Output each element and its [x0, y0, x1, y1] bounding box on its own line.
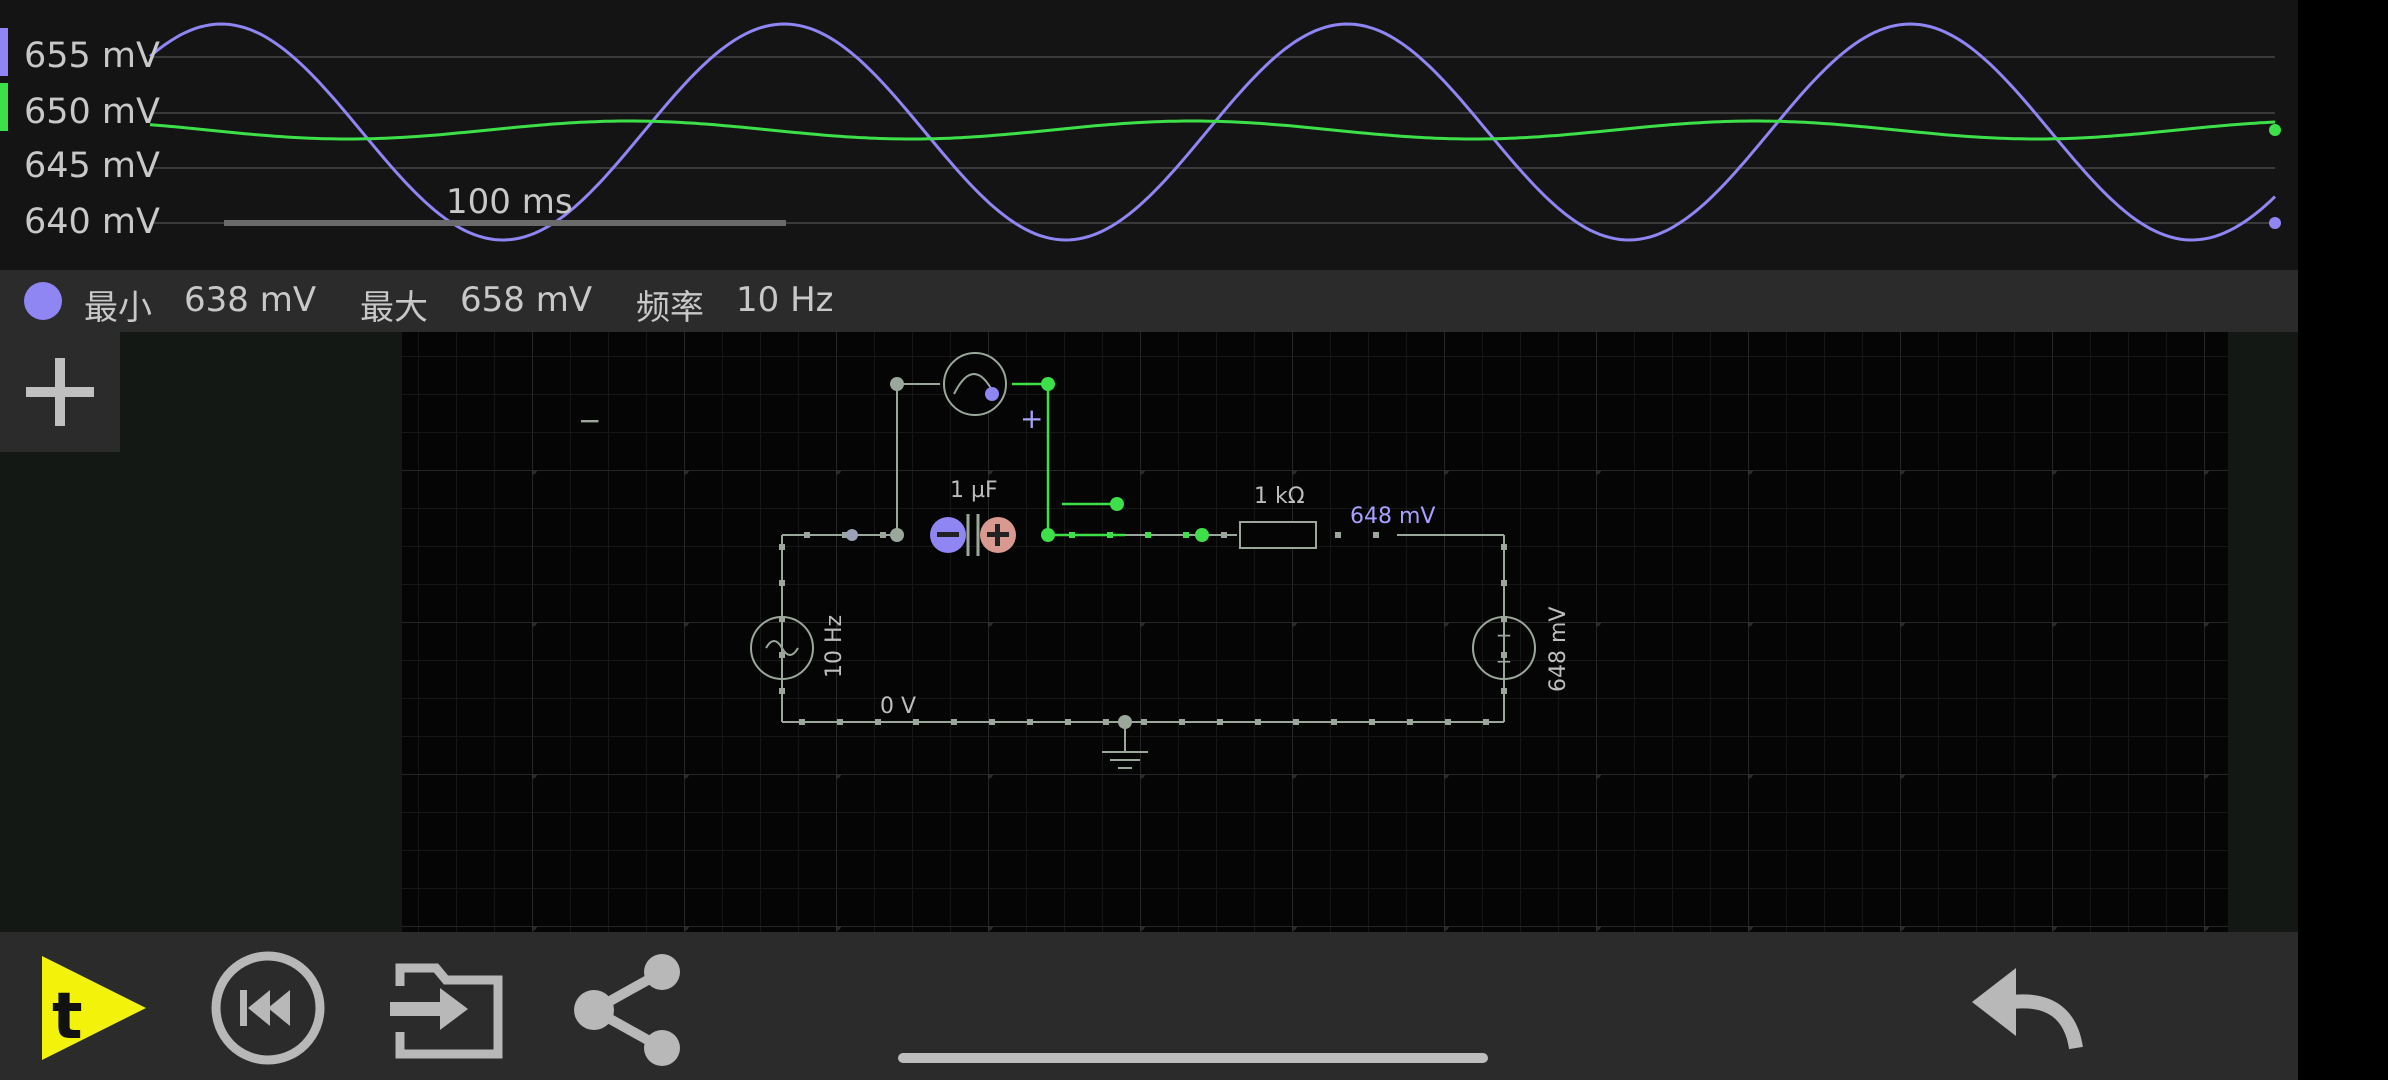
scope-plot [149, 22, 2281, 242]
wire-segment-marker [875, 719, 881, 725]
y-axis-label: 650 mV [24, 92, 160, 132]
wire-segment-marker [1103, 719, 1109, 725]
wire-endpoint [1110, 497, 1124, 511]
svg-text:t: t [52, 980, 83, 1054]
junction-node [846, 529, 858, 541]
rewind-icon [211, 951, 325, 1065]
wire-segment-marker [1407, 719, 1413, 725]
circuit-drawing: + − [402, 332, 2228, 932]
wire-segment-marker [804, 532, 810, 538]
scope-plus-sign: + [1020, 402, 1044, 435]
max-value: 658 mV [460, 280, 593, 320]
capacitor-label: 1 µF [950, 478, 998, 503]
open-file-button[interactable] [390, 958, 506, 1066]
ground-voltage-label: 0 V [880, 694, 917, 719]
share-icon [574, 954, 680, 1066]
wire-segment-marker [779, 544, 785, 550]
junction-node-highlighted [1195, 528, 1209, 542]
screen-edge [2298, 0, 2388, 1080]
resistor [1239, 521, 1317, 549]
open-file-icon [390, 963, 503, 1059]
wire-segment-marker [880, 532, 886, 538]
y-axis-label: 655 mV [24, 36, 160, 76]
svg-text:+: + [1496, 623, 1513, 647]
wire-segment-marker [1107, 532, 1113, 538]
min-label: 最小 [84, 288, 152, 328]
undo-button[interactable] [1968, 960, 2084, 1064]
play-t-icon: t [42, 956, 146, 1060]
wire-segment-marker [951, 719, 957, 725]
trace-end-dot [2269, 217, 2281, 229]
freq-label: 频率 [636, 288, 704, 328]
wire-segment-marker [837, 719, 843, 725]
wire-segment-marker [1179, 719, 1185, 725]
wire-segment-marker [1065, 719, 1071, 725]
wire-segment-marker [1445, 719, 1451, 725]
undo-icon [1972, 968, 2083, 1050]
resistor-label: 1 kΩ [1254, 484, 1305, 509]
wire-segment-marker [1501, 580, 1507, 586]
play-pause-button[interactable]: t [38, 952, 150, 1068]
max-label: 最大 [360, 288, 428, 328]
wire-segment-marker [1027, 719, 1033, 725]
wire-segment-marker [1217, 719, 1223, 725]
series-marker [0, 83, 8, 131]
plus-icon [26, 358, 94, 426]
wire-segment-marker [1183, 532, 1189, 538]
wire-segment-marker [779, 652, 785, 658]
circuit-canvas[interactable]: + − − + 1 µF 1 kΩ 648 mV 10 Hz 648 mV 0 … [402, 332, 2228, 932]
scope-probe-element [943, 352, 1007, 416]
wire-segment-marker [1069, 532, 1075, 538]
right-margin-area [2228, 332, 2298, 932]
wire-segment-marker [913, 719, 919, 725]
freq-value: 10 Hz [736, 280, 834, 320]
junction-node [890, 377, 904, 391]
trace-end-dot [2269, 124, 2281, 136]
wire-segment-marker [1221, 532, 1227, 538]
ac-source-label: 10 Hz [822, 614, 847, 678]
series-marker [0, 28, 8, 76]
y-axis-label: 645 mV [24, 146, 160, 186]
series-color-dot[interactable] [24, 282, 62, 320]
add-component-button[interactable] [0, 332, 120, 452]
wire-segment-marker [1369, 719, 1375, 725]
wire-segment-marker [1483, 719, 1489, 725]
wire-segment-marker [1373, 532, 1379, 538]
time-scale-label: 100 ms [446, 182, 573, 222]
scope-stats-bar: 最小 638 mV 最大 658 mV 频率 10 Hz [0, 270, 2298, 332]
wire-segment-marker [779, 580, 785, 586]
dc-source-label: 648 mV [1546, 606, 1571, 692]
wire-segment-marker [1141, 719, 1147, 725]
share-button[interactable] [570, 952, 686, 1072]
min-value: 638 mV [184, 280, 317, 320]
wire-segment-marker [1501, 544, 1507, 550]
reset-button[interactable] [210, 950, 326, 1070]
wire-segment-marker [779, 688, 785, 694]
wire-segment-marker [1145, 532, 1151, 538]
node-voltage-label: 648 mV [1350, 504, 1436, 529]
junction-node [890, 528, 904, 542]
system-home-indicator[interactable] [898, 1053, 1488, 1063]
y-axis-label: 640 mV [24, 202, 160, 242]
wire-segment-marker [799, 719, 805, 725]
scope-minus-sign: − [578, 404, 602, 437]
junction-node [1118, 715, 1132, 729]
svg-text:−: − [1496, 649, 1513, 673]
wire-segment-marker [1255, 719, 1261, 725]
wire-segment-marker [1335, 532, 1341, 538]
junction-node-highlighted [1041, 377, 1055, 391]
oscilloscope-panel[interactable]: 655 mV 650 mV 645 mV 640 mV 100 ms [0, 0, 2298, 270]
wire-segment-marker [1501, 688, 1507, 694]
wire-segment-marker [989, 719, 995, 725]
wire-segment-marker [1331, 719, 1337, 725]
wire-segment-marker [1293, 719, 1299, 725]
junction-node-highlighted [1041, 528, 1055, 542]
